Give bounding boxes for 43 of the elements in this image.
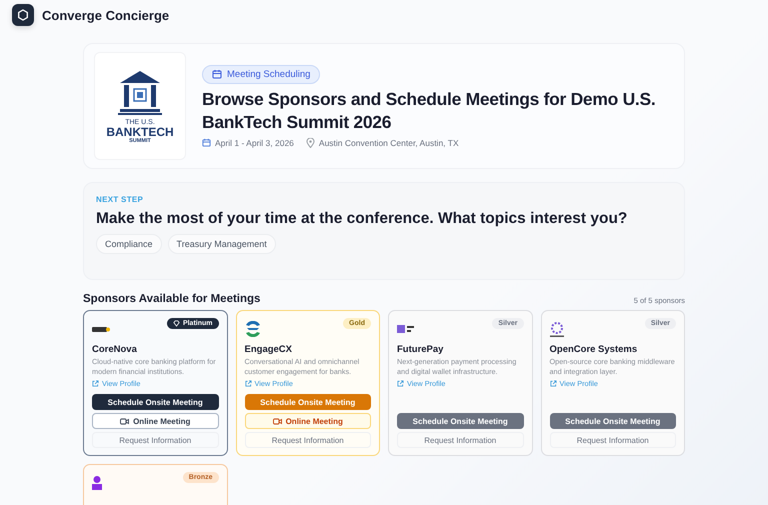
sponsor-logo-icon	[244, 321, 260, 337]
sponsor-logo-icon	[397, 325, 414, 333]
external-link-icon	[550, 380, 556, 387]
location-pin-icon	[306, 138, 315, 148]
page-title: Browse Sponsors and Schedule Meetings for Demo U.S. BankTech Summit 2026	[202, 88, 656, 134]
event-venue: Austin Convention Center, Austin, TX	[318, 138, 459, 148]
sponsor-name: CoreNova	[92, 344, 138, 355]
tag-label: Meeting Scheduling	[227, 68, 310, 80]
schedule-meeting-button[interactable]: Schedule Onsite Meeting	[92, 394, 218, 410]
bank-building-icon	[116, 68, 164, 116]
next-step-question: Make the most of your time at the conference. What topics interest you?	[96, 210, 628, 228]
app-name: Converge Concierge	[42, 8, 170, 22]
schedule-meeting-button[interactable]: Schedule Onsite Meeting	[397, 413, 524, 429]
section-heading: Sponsors Available for Meetings	[83, 293, 260, 305]
sponsor-name: EngageCX	[244, 344, 294, 355]
video-camera-icon	[272, 418, 282, 424]
request-information-button[interactable]: Request Information	[244, 432, 371, 448]
video-camera-icon	[120, 418, 130, 424]
sponsor-name: OpenCore Systems	[550, 344, 638, 355]
topic-chip[interactable]: Compliance	[96, 234, 162, 254]
event-dates: April 1 - April 3, 2026	[215, 138, 294, 148]
request-information-button[interactable]: Request Information	[397, 432, 524, 448]
request-information-button[interactable]: Request Information	[550, 432, 676, 448]
schedule-meeting-button[interactable]: Schedule Onsite Meeting	[244, 394, 371, 410]
online-meeting-button[interactable]: Online Meeting	[244, 413, 371, 429]
online-meeting-button[interactable]: Online Meeting	[92, 413, 218, 429]
topic-chip[interactable]: Treasury Management	[168, 234, 276, 254]
request-information-button[interactable]: Request Information	[92, 432, 218, 448]
external-link-icon	[92, 380, 99, 387]
logo-text: BANKTECH	[106, 126, 174, 138]
sponsor-logo-icon	[92, 326, 110, 332]
sponsor-logo-icon	[92, 476, 102, 490]
calendar-icon	[202, 138, 211, 147]
diamond-icon	[172, 320, 180, 327]
external-link-icon	[397, 380, 404, 387]
hexagon-icon	[17, 9, 29, 21]
sponsor-logo-icon	[550, 322, 564, 336]
schedule-meeting-button[interactable]: Schedule Onsite Meeting	[550, 413, 676, 429]
external-link-icon	[244, 380, 252, 387]
sponsor-name: FuturePay	[397, 344, 444, 355]
calendar-icon	[212, 69, 222, 79]
section-eyebrow: NEXT STEP	[96, 195, 144, 204]
app-logo[interactable]	[12, 4, 34, 26]
